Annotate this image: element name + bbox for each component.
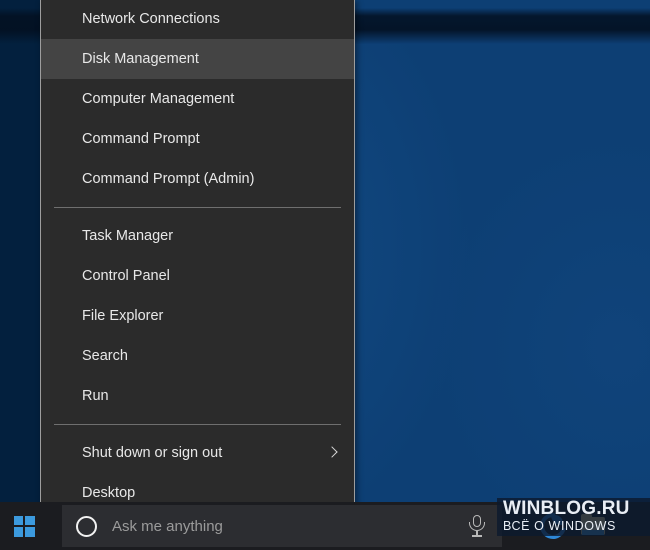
menu-item-label: Control Panel xyxy=(82,268,170,284)
menu-item-label: Command Prompt (Admin) xyxy=(82,171,255,187)
menu-item-label: Network Connections xyxy=(82,11,220,27)
menu-group-tools: Task Manager Control Panel File Explorer… xyxy=(41,216,354,416)
menu-group-system: Network Connections Disk Management Comp… xyxy=(41,0,354,199)
menu-item-task-manager[interactable]: Task Manager xyxy=(41,216,354,256)
menu-group-session: Shut down or sign out Desktop xyxy=(41,433,354,513)
chevron-right-icon xyxy=(326,445,338,461)
screen: Network Connections Disk Management Comp… xyxy=(0,0,650,550)
menu-item-label: Run xyxy=(82,388,109,404)
menu-item-label: Task Manager xyxy=(82,228,174,244)
watermark: WINBLOG.RU ВСЁ О WINDOWS xyxy=(497,498,650,536)
menu-item-computer-management[interactable]: Computer Management xyxy=(41,79,354,119)
menu-item-command-prompt-admin[interactable]: Command Prompt (Admin) xyxy=(41,159,354,199)
menu-item-label: Desktop xyxy=(82,485,136,501)
menu-item-network-connections[interactable]: Network Connections xyxy=(41,0,354,39)
menu-item-search[interactable]: Search xyxy=(41,336,354,376)
menu-item-label: Computer Management xyxy=(82,91,235,107)
watermark-title: WINBLOG.RU xyxy=(503,498,630,519)
menu-item-run[interactable]: Run xyxy=(41,376,354,416)
search-placeholder-text: Ask me anything xyxy=(112,517,223,535)
windows-logo-icon xyxy=(13,515,35,537)
menu-item-label: Command Prompt xyxy=(82,131,200,147)
menu-item-shut-down-or-sign-out[interactable]: Shut down or sign out xyxy=(41,433,354,473)
cortana-ring-icon[interactable] xyxy=(76,515,97,537)
menu-item-label: Search xyxy=(82,348,128,364)
menu-item-file-explorer[interactable]: File Explorer xyxy=(41,296,354,336)
search-input[interactable]: Ask me anything xyxy=(62,505,502,547)
menu-separator xyxy=(54,207,341,208)
microphone-icon[interactable] xyxy=(466,514,488,538)
menu-item-control-panel[interactable]: Control Panel xyxy=(41,256,354,296)
winx-power-user-menu[interactable]: Network Connections Disk Management Comp… xyxy=(40,0,355,515)
watermark-subtitle: ВСЁ О WINDOWS xyxy=(503,519,616,533)
menu-item-label: Shut down or sign out xyxy=(82,445,223,461)
menu-item-label: Disk Management xyxy=(82,51,199,67)
menu-item-command-prompt[interactable]: Command Prompt xyxy=(41,119,354,159)
start-button[interactable] xyxy=(0,502,48,550)
menu-item-label: File Explorer xyxy=(82,308,164,324)
menu-item-disk-management[interactable]: Disk Management xyxy=(41,39,354,79)
menu-separator xyxy=(54,424,341,425)
